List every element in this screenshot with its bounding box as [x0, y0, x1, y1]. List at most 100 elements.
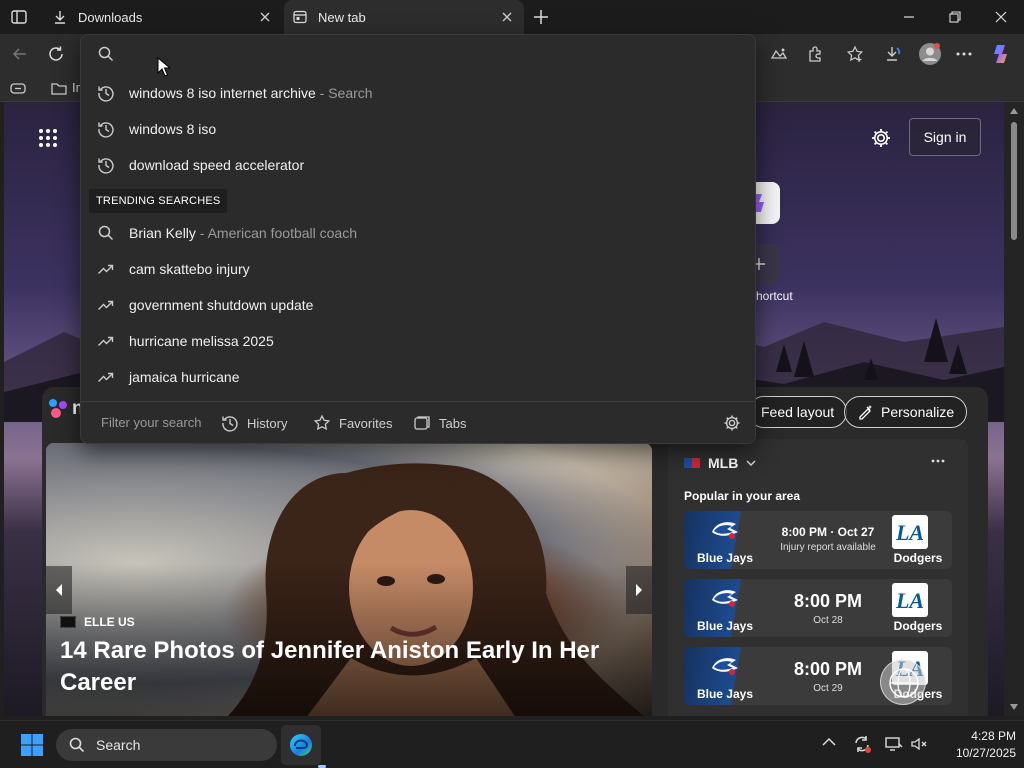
tab-new-tab[interactable]: New tab [284, 0, 524, 34]
filter-history-button[interactable]: History [221, 413, 287, 433]
close-tab-icon[interactable] [500, 10, 514, 24]
trending-icon [97, 368, 115, 386]
taskbar-edge-button[interactable] [281, 725, 321, 765]
downloads-icon[interactable] [883, 44, 903, 64]
suggestion-text: government shutdown update [129, 297, 314, 313]
address-input[interactable] [129, 41, 729, 67]
trending-suggestion[interactable]: jamaica hurricane [81, 359, 755, 395]
suggestion-text: Brian Kelly [129, 225, 196, 241]
filter-label: Favorites [339, 415, 393, 431]
blue-jays-logo-icon [708, 516, 742, 544]
filter-tabs-button[interactable]: Tabs [413, 413, 466, 433]
apps-grid-icon[interactable] [38, 128, 58, 148]
game-date: Oct 29 [813, 683, 843, 694]
collections-icon[interactable] [10, 80, 26, 96]
volume-muted-icon[interactable] [910, 735, 928, 753]
trending-suggestion[interactable]: hurricane melissa 2025 [81, 323, 755, 359]
close-tab-icon[interactable] [258, 10, 272, 24]
sign-in-button[interactable]: Sign in [909, 118, 981, 156]
filter-favorites-button[interactable]: Favorites [313, 413, 392, 433]
history-suggestion[interactable]: windows 8 iso internet archive - Search [81, 75, 755, 111]
tab-label: Downloads [78, 9, 143, 25]
network-display-icon[interactable] [885, 735, 903, 753]
history-suggestion[interactable]: download speed accelerator [81, 147, 755, 183]
suggestion-suffix: - Search [315, 85, 373, 101]
chevron-down-icon [746, 459, 756, 467]
game-card[interactable]: Blue Jays 8:00 PM Oct 28 LA Dodgers [684, 579, 952, 637]
game-time: 8:00 PM [793, 659, 863, 679]
favorites-star-icon[interactable] [845, 44, 865, 64]
floating-globe-icon[interactable] [880, 659, 926, 705]
hero-source[interactable]: ELLE US [60, 615, 135, 629]
star-icon [313, 414, 339, 432]
trending-icon [97, 296, 115, 314]
history-icon [221, 414, 247, 432]
trending-suggestion[interactable]: Brian Kelly - American football coach [81, 215, 755, 251]
show-hidden-icons-chevron-icon[interactable] [822, 737, 836, 747]
page-scrollbar[interactable] [1004, 102, 1024, 716]
system-clock[interactable]: 4:28 PM 10/27/2025 [936, 728, 1016, 762]
title-bar: Downloads New tab [0, 0, 1024, 34]
search-settings-gear-icon[interactable] [723, 414, 741, 432]
trending-icon [97, 260, 115, 278]
hero-headline[interactable]: 14 Rare Photos of Jennifer Aniston Early… [60, 635, 600, 699]
windows-start-icon[interactable] [20, 733, 44, 757]
dodgers-logo-icon: LA [892, 583, 928, 617]
msn-logo-icon [46, 397, 68, 419]
more-options-icon[interactable] [954, 44, 974, 64]
game-card[interactable]: Blue Jays 8:00 PM · Oct 27 Injury report… [684, 511, 952, 569]
refresh-icon[interactable] [46, 44, 66, 64]
scrollbar-thumb[interactable] [1011, 122, 1017, 240]
hero-article-card[interactable]: ELLE US 14 Rare Photos of Jennifer Anist… [46, 443, 652, 716]
new-tab-plus-icon[interactable] [531, 7, 551, 27]
bookmark-label[interactable]: Ir [72, 80, 80, 95]
extensions-icon[interactable] [805, 44, 825, 64]
suggestion-text: download speed accelerator [129, 157, 305, 173]
clock-time: 4:28 PM [971, 729, 1016, 743]
game-note: Injury report available [780, 542, 876, 553]
immersive-reader-icon[interactable] [769, 44, 789, 64]
sports-card: MLB Popular in your area Blue Jays 8:00 … [668, 439, 968, 716]
suggestion-suffix: - American football coach [195, 225, 358, 241]
history-icon [97, 156, 115, 174]
profile-avatar-icon[interactable] [918, 42, 942, 66]
trending-suggestion[interactable]: government shutdown update [81, 287, 755, 323]
add-shortcut-label: hortcut [756, 289, 793, 303]
taskbar-search-label: Search [96, 737, 141, 753]
suggestion-text: hurricane melissa 2025 [129, 333, 274, 349]
search-icon [68, 736, 86, 754]
download-icon [52, 9, 68, 25]
address-bar-dropdown: windows 8 iso internet archive - Search … [80, 34, 756, 444]
folder-icon[interactable] [50, 79, 68, 97]
close-window-button[interactable] [978, 0, 1024, 34]
feed-layout-button[interactable]: Feed layout [748, 396, 848, 428]
restore-button[interactable] [932, 0, 978, 34]
filter-search-placeholder[interactable]: Filter your search [101, 415, 201, 430]
dodgers-logo-icon: LA [892, 515, 928, 549]
trending-searches-label: TRENDING SEARCHES [89, 189, 228, 213]
history-suggestion[interactable]: windows 8 iso [81, 111, 755, 147]
sports-subtitle: Popular in your area [684, 489, 801, 503]
back-arrow-icon[interactable] [10, 44, 30, 64]
trending-suggestion[interactable]: cam skattebo injury [81, 251, 755, 287]
sync-icon[interactable] [852, 734, 872, 754]
league-selector[interactable]: MLB [684, 455, 756, 471]
suggestion-text: cam skattebo injury [129, 261, 250, 277]
personalize-label: Personalize [881, 404, 955, 420]
sidebar-toggle-icon[interactable] [10, 8, 28, 26]
clock-date: 10/27/2025 [955, 746, 1016, 760]
hero-prev-arrow[interactable] [46, 566, 72, 614]
personalize-button[interactable]: Personalize [844, 396, 968, 428]
sports-more-icon[interactable] [930, 453, 946, 469]
filter-label: Tabs [439, 415, 467, 431]
minimize-button[interactable] [886, 0, 932, 34]
taskbar-search[interactable]: Search [56, 729, 277, 761]
copilot-icon[interactable] [990, 42, 1014, 66]
tab-downloads[interactable]: Downloads [44, 0, 282, 34]
settings-gear-icon[interactable] [870, 127, 892, 149]
feed-layout-label: Feed layout [761, 404, 835, 420]
mouse-cursor-icon [157, 57, 171, 77]
svg-text:LA: LA [895, 520, 924, 545]
game-date: Oct 28 [813, 615, 843, 626]
hero-next-arrow[interactable] [626, 566, 652, 614]
